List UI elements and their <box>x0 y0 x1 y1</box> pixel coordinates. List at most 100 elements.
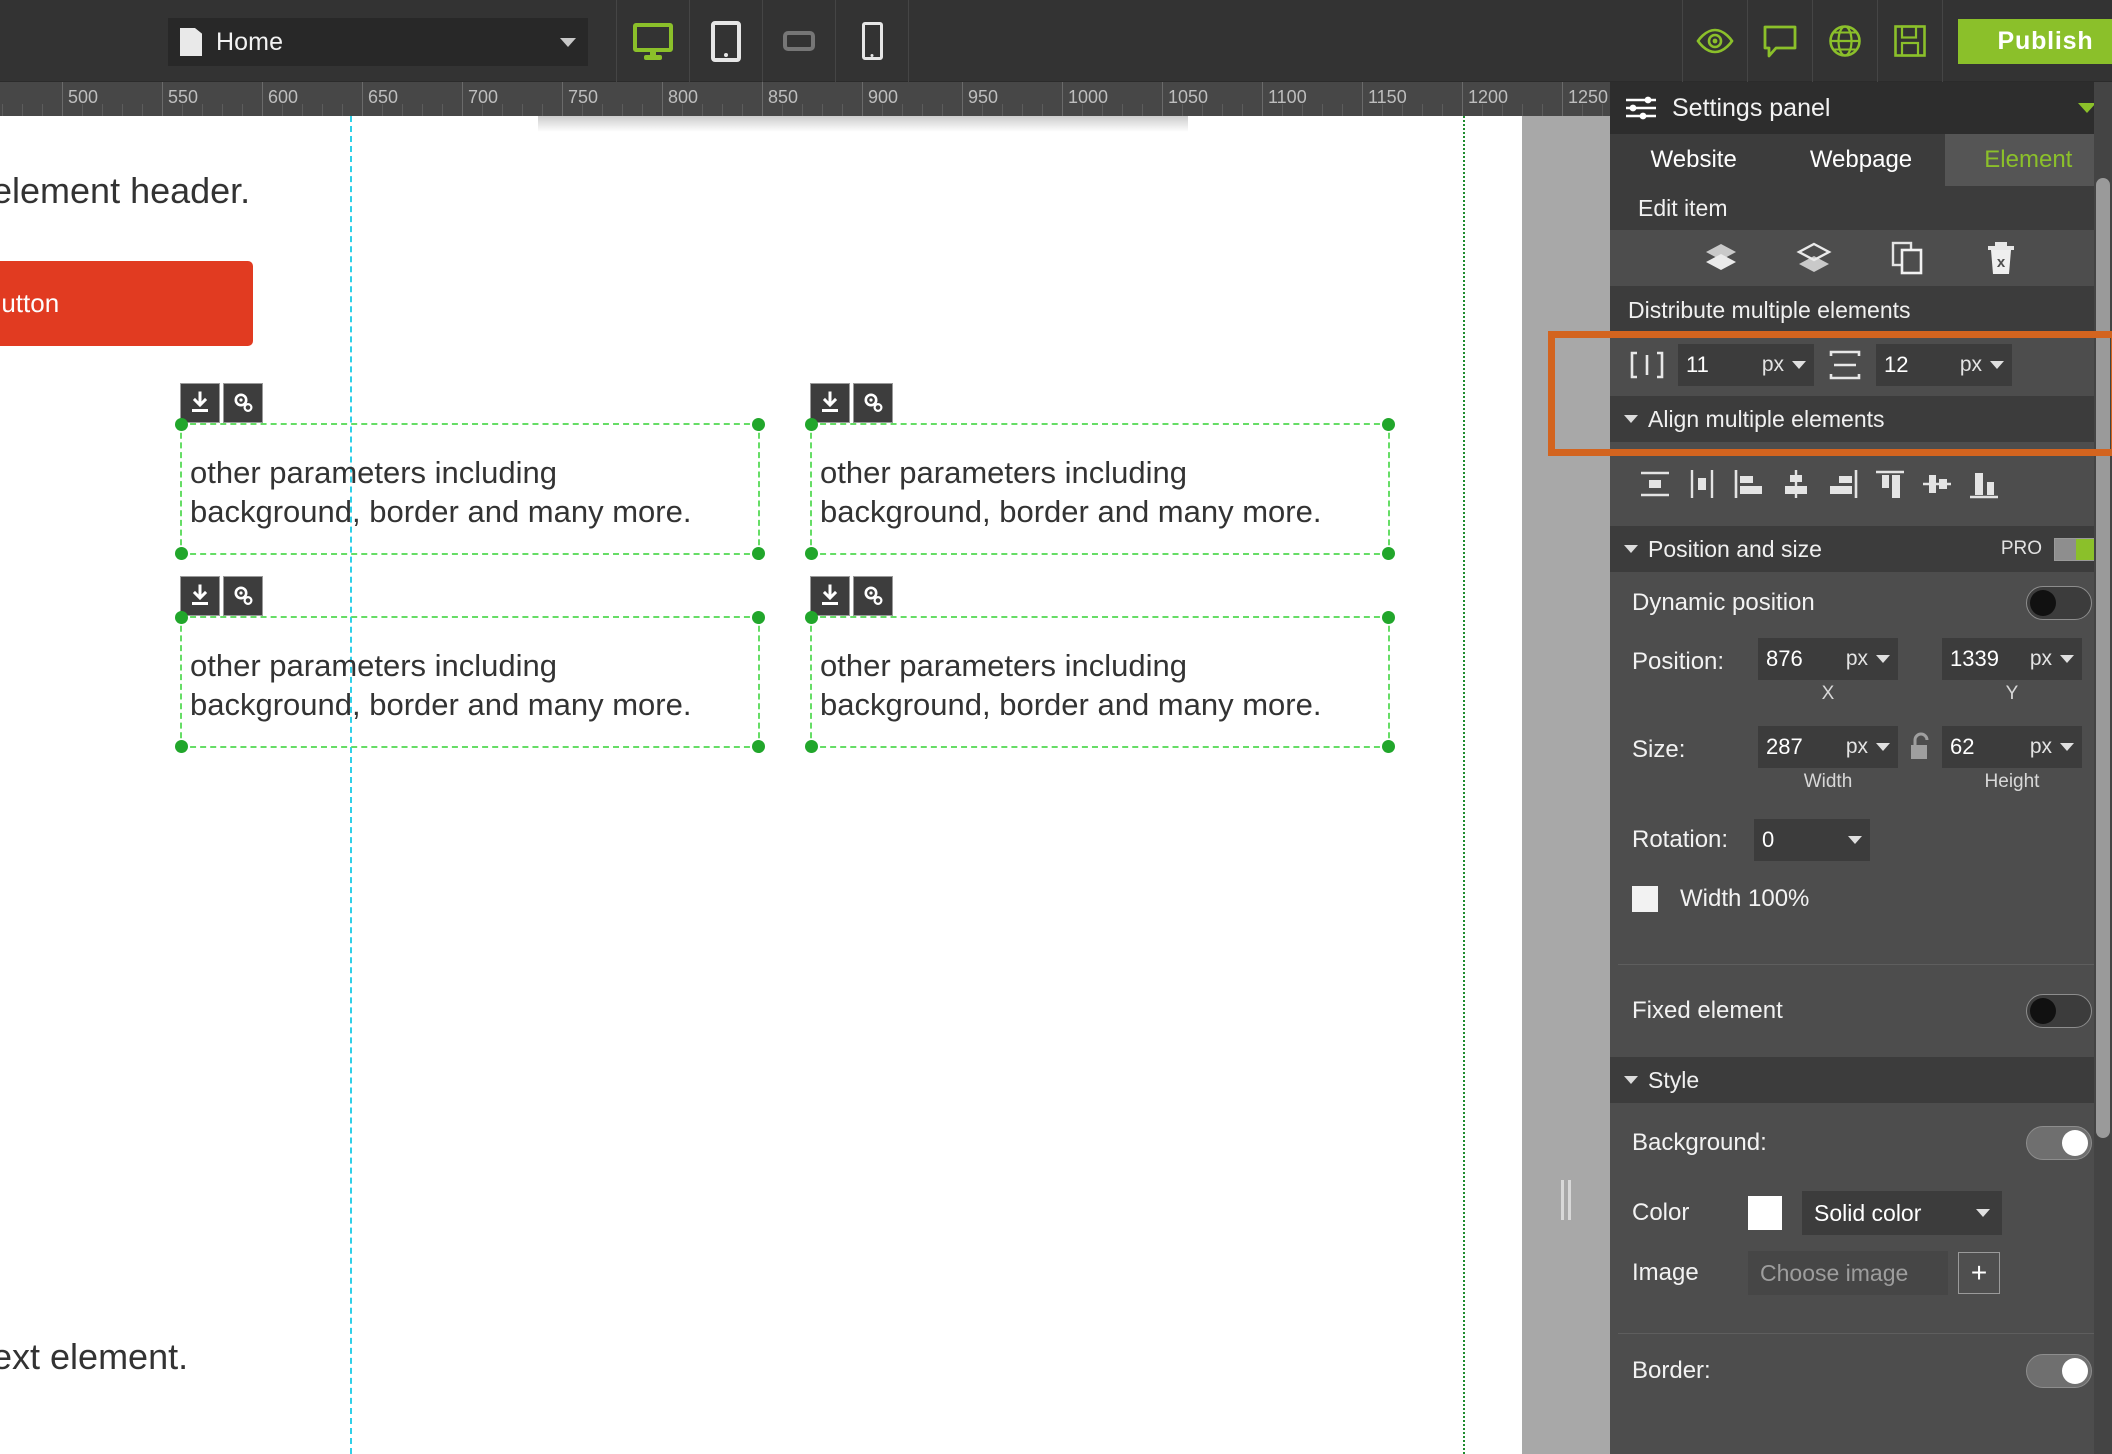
fixed-element-toggle[interactable] <box>2026 994 2092 1028</box>
align-right-icon[interactable] <box>1824 465 1862 503</box>
position-x-field[interactable]: 876 px <box>1758 638 1898 680</box>
resize-handle-bottom-right[interactable] <box>1382 740 1395 753</box>
align-center-vertical-icon[interactable] <box>1683 465 1721 503</box>
align-horizontal-center-icon[interactable] <box>1777 465 1815 503</box>
chevron-down-icon[interactable] <box>1976 1209 1990 1217</box>
chevron-down-icon[interactable] <box>2060 743 2074 751</box>
settings-gears-icon[interactable] <box>853 383 893 423</box>
page-selector[interactable]: Home <box>168 18 588 66</box>
resize-handle-top-right[interactable] <box>1382 418 1395 431</box>
panel-scrollbar-thumb[interactable] <box>2096 178 2110 1138</box>
tab-element[interactable]: Element <box>1944 134 2112 186</box>
ruler-tick-minor <box>622 104 623 116</box>
size-height-field[interactable]: 62 px <box>1942 726 2082 768</box>
publish-button[interactable]: Publish <box>1958 19 2112 64</box>
resize-handle-bottom-left[interactable] <box>805 740 818 753</box>
chevron-down-icon[interactable] <box>1876 655 1890 663</box>
tab-webpage[interactable]: Webpage <box>1777 134 1945 186</box>
download-icon[interactable] <box>180 576 220 616</box>
panel-tabs: Website Webpage Element <box>1610 134 2112 186</box>
chevron-down-icon[interactable] <box>2060 655 2074 663</box>
ruler-label: 650 <box>368 87 399 107</box>
preview-button[interactable] <box>1683 0 1747 82</box>
selected-element-1[interactable]: other parameters including background, b… <box>175 383 765 560</box>
resize-handle-bottom-right[interactable] <box>752 547 765 560</box>
rotation-field[interactable]: 0 <box>1754 819 1870 861</box>
chevron-down-icon[interactable] <box>1990 361 2004 369</box>
element-toolbar[interactable] <box>180 383 263 423</box>
border-toggle[interactable] <box>2026 1354 2092 1388</box>
resize-handle-top-right[interactable] <box>1382 611 1395 624</box>
pro-toggle-swatch[interactable] <box>2054 537 2098 561</box>
resize-handle-top-left[interactable] <box>805 611 818 624</box>
chevron-down-icon[interactable] <box>1792 361 1806 369</box>
align-vertical-center-icon[interactable] <box>1918 465 1956 503</box>
size-width-field[interactable]: 287 px <box>1758 726 1898 768</box>
align-center-horizontal-icon[interactable] <box>1636 465 1674 503</box>
send-to-back-icon[interactable] <box>1699 238 1743 278</box>
chevron-down-icon[interactable] <box>1848 836 1862 844</box>
style-section-header[interactable]: Style <box>1610 1057 2112 1103</box>
element-toolbar[interactable] <box>180 576 263 616</box>
background-toggle[interactable] <box>2026 1126 2092 1160</box>
canvas-area[interactable]: element header. Button ext element. othe… <box>0 116 1610 1454</box>
settings-gears-icon[interactable] <box>223 383 263 423</box>
align-section-header[interactable]: Align multiple elements <box>1610 396 2112 442</box>
device-button-desktop[interactable] <box>617 0 689 82</box>
download-icon[interactable] <box>810 383 850 423</box>
selected-element-2[interactable]: other parameters including background, b… <box>805 383 1395 560</box>
ruler-tick-minor <box>1182 104 1183 116</box>
download-icon[interactable] <box>810 576 850 616</box>
delete-icon[interactable]: x <box>1979 238 2023 278</box>
resize-handle-bottom-right[interactable] <box>1382 547 1395 560</box>
device-button-mobile[interactable] <box>836 0 908 82</box>
width100-checkbox[interactable] <box>1632 886 1658 912</box>
triangle-down-icon <box>1624 1076 1638 1084</box>
chevron-down-icon[interactable] <box>1876 743 1890 751</box>
selected-element-3[interactable]: other parameters including background, b… <box>175 576 765 753</box>
position-size-section-header[interactable]: Position and size PRO <box>1610 526 2112 572</box>
resize-handle-top-right[interactable] <box>752 611 765 624</box>
save-button[interactable] <box>1878 0 1942 82</box>
color-mode-select[interactable]: Solid color <box>1802 1191 2002 1235</box>
image-input[interactable]: Choose image <box>1748 1251 1948 1295</box>
device-button-tablet[interactable] <box>690 0 762 82</box>
size-width-unit: px <box>1845 735 1868 758</box>
resize-handle-top-left[interactable] <box>805 418 818 431</box>
bring-to-front-icon[interactable] <box>1792 238 1836 278</box>
size-height-value: 62 <box>1950 734 1975 759</box>
resize-handle-bottom-left[interactable] <box>175 547 188 560</box>
resize-handle-bottom-right[interactable] <box>752 740 765 753</box>
resize-handle-top-left[interactable] <box>175 611 188 624</box>
settings-gears-icon[interactable] <box>853 576 893 616</box>
settings-panel-header[interactable]: Settings panel <box>1610 82 2112 134</box>
canvas-red-button[interactable]: Button <box>0 261 253 346</box>
tab-website[interactable]: Website <box>1610 134 1778 186</box>
panel-splitter[interactable] <box>1522 116 1610 1454</box>
duplicate-icon[interactable] <box>1886 238 1930 278</box>
align-left-icon[interactable] <box>1730 465 1768 503</box>
language-button[interactable] <box>1813 0 1877 82</box>
resize-handle-bottom-left[interactable] <box>805 547 818 560</box>
position-y-field[interactable]: 1339 px <box>1942 638 2082 680</box>
settings-gears-icon[interactable] <box>223 576 263 616</box>
dynamic-position-toggle[interactable] <box>2026 586 2092 620</box>
align-bottom-icon[interactable] <box>1965 465 2003 503</box>
color-swatch[interactable] <box>1748 1196 1782 1230</box>
device-button-tablet-landscape[interactable] <box>763 0 835 82</box>
distribute-vertical-field[interactable]: 12 px <box>1876 344 2012 386</box>
comments-button[interactable] <box>1748 0 1812 82</box>
align-top-icon[interactable] <box>1871 465 1909 503</box>
resize-handle-top-left[interactable] <box>175 418 188 431</box>
add-image-button[interactable]: + <box>1958 1252 2000 1294</box>
panel-scrollbar[interactable] <box>2094 82 2112 1454</box>
element-toolbar[interactable] <box>810 383 893 423</box>
element-toolbar[interactable] <box>810 576 893 616</box>
distribute-horizontal-field[interactable]: 11 px <box>1678 344 1814 386</box>
resize-handle-top-right[interactable] <box>752 418 765 431</box>
selected-element-4[interactable]: other parameters including background, b… <box>805 576 1395 753</box>
download-icon[interactable] <box>180 383 220 423</box>
resize-handle-bottom-left[interactable] <box>175 740 188 753</box>
unlocked-padlock-icon[interactable] <box>1908 732 1934 767</box>
splitter-grip-icon[interactable] <box>1560 1180 1572 1220</box>
